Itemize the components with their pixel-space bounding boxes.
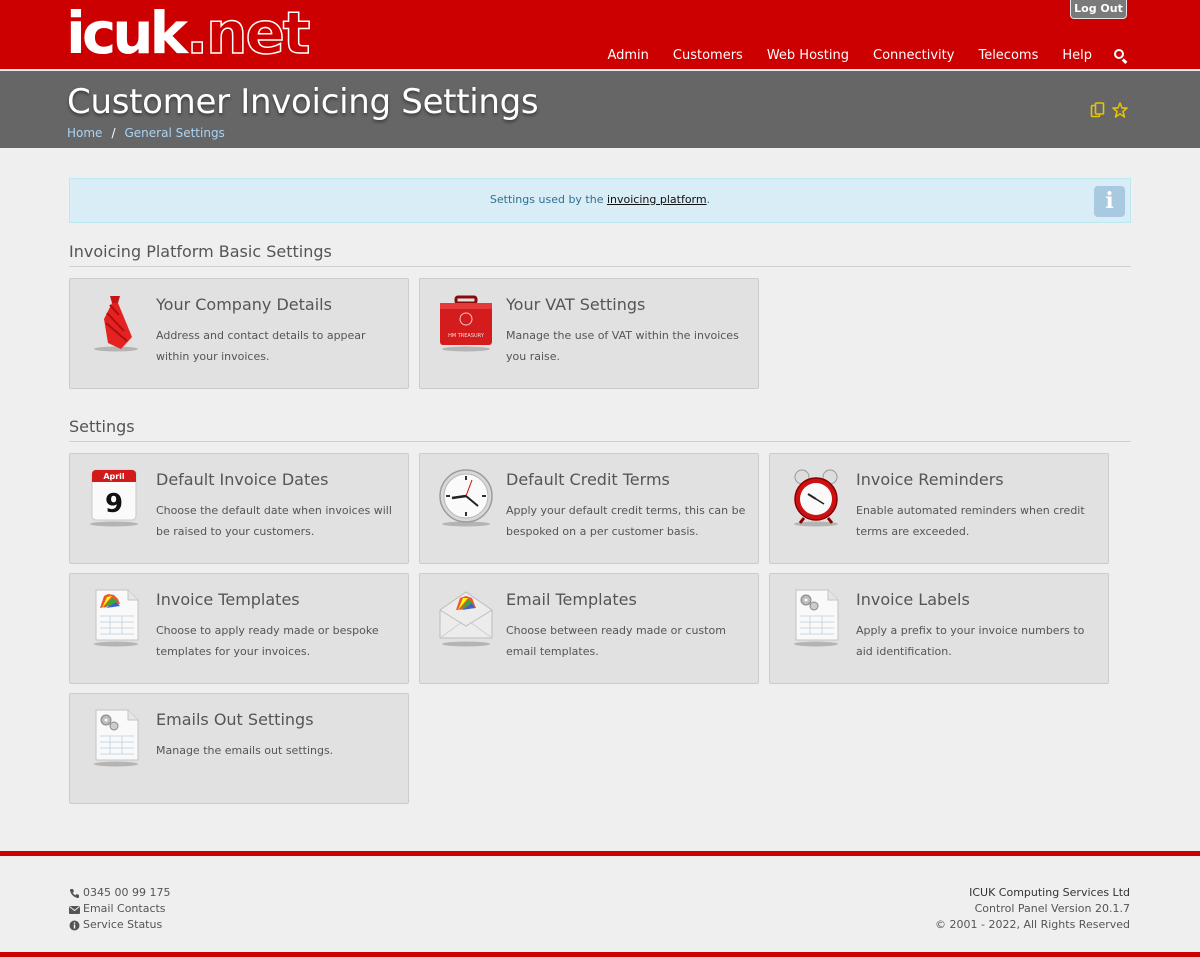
footer-phone: 0345 00 99 175 [83, 886, 171, 899]
footer-contact: 0345 00 99 175 Email Contacts Service St… [69, 885, 170, 933]
treasury-case-icon: HM TREASURY [438, 293, 494, 353]
alarm-clock-icon [788, 468, 844, 528]
footer-copyright: © 2001 - 2022, All Rights Reserved [935, 918, 1130, 931]
calendar-icon: April 9 [88, 468, 144, 528]
card-email-templates[interactable]: Email Templates Choose between ready mad… [419, 573, 759, 684]
footer-email-contacts-link[interactable]: Email Contacts [83, 901, 166, 917]
colour-envelope-icon [438, 588, 494, 648]
clock-icon [438, 468, 494, 528]
gear-document-icon [88, 708, 144, 768]
breadcrumb-general-settings[interactable]: General Settings [124, 126, 224, 140]
top-header: icuk.net Log Out Admin Customers Web Hos… [0, 0, 1200, 70]
info-text: Settings used by the invoicing platform. [489, 193, 711, 206]
info-circle-icon [69, 920, 81, 931]
breadcrumb-separator: / [111, 126, 116, 140]
nav-item-customers[interactable]: Customers [673, 48, 743, 63]
nav-item-connectivity[interactable]: Connectivity [873, 48, 954, 63]
calendar-day: 9 [105, 489, 123, 519]
envelope-icon [69, 904, 81, 915]
card-title: Email Templates [506, 590, 637, 609]
search-icon[interactable] [1114, 48, 1128, 64]
card-title: Emails Out Settings [156, 710, 314, 729]
card-default-invoice-dates[interactable]: April 9 Default Invoice Dates Choose the… [69, 453, 409, 564]
nav-item-help[interactable]: Help [1062, 48, 1092, 63]
card-title: Your VAT Settings [506, 295, 646, 314]
card-default-credit-terms[interactable]: Default Credit Terms Apply your default … [419, 453, 759, 564]
card-description: Choose the default date when invoices wi… [156, 504, 392, 538]
info-icon: i [1094, 186, 1125, 217]
card-company-details[interactable]: Your Company Details Address and contact… [69, 278, 409, 389]
card-description: Manage the use of VAT within the invoice… [506, 329, 739, 363]
card-title: Your Company Details [156, 295, 332, 314]
card-description: Apply a prefix to your invoice numbers t… [856, 624, 1085, 658]
section-heading-basic: Invoicing Platform Basic Settings [69, 242, 1131, 267]
page-title: Customer Invoicing Settings [67, 82, 539, 122]
nav-item-telecoms[interactable]: Telecoms [978, 48, 1038, 63]
calendar-month: April [103, 472, 125, 481]
phone-icon [69, 888, 81, 899]
invoicing-platform-link[interactable]: invoicing platform [607, 193, 707, 206]
footer-service-status-link[interactable]: Service Status [83, 917, 162, 933]
title-bar: Customer Invoicing Settings Home / General… [0, 71, 1200, 148]
card-title: Default Credit Terms [506, 470, 670, 489]
tie-icon [88, 293, 144, 353]
card-title: Default Invoice Dates [156, 470, 329, 489]
footer-bottom-bar [0, 952, 1200, 957]
card-title: Invoice Labels [856, 590, 970, 609]
card-title: Invoice Reminders [856, 470, 1004, 489]
nav-item-admin[interactable]: Admin [607, 48, 648, 63]
star-icon[interactable] [1112, 102, 1128, 118]
treasury-label: HM TREASURY [448, 333, 485, 339]
breadcrumb: Home / General Settings [67, 126, 225, 140]
logout-button[interactable]: Log Out [1070, 0, 1127, 19]
card-emails-out-settings[interactable]: Emails Out Settings Manage the emails ou… [69, 693, 409, 804]
breadcrumb-home[interactable]: Home [67, 126, 102, 140]
card-description: Apply your default credit terms, this ca… [506, 504, 746, 538]
footer-info: ICUK Computing Services Ltd Control Pane… [935, 885, 1130, 933]
card-description: Choose between ready made or custom emai… [506, 624, 726, 658]
card-invoice-reminders[interactable]: Invoice Reminders Enable automated remin… [769, 453, 1109, 564]
section-heading-settings: Settings [69, 417, 1131, 442]
info-alert: Settings used by the invoicing platform.… [69, 178, 1131, 223]
footer-company: ICUK Computing Services Ltd [969, 886, 1130, 899]
logo[interactable]: icuk.net [66, 1, 311, 65]
main-nav: Admin Customers Web Hosting Connectivity… [583, 48, 1128, 64]
card-description: Enable automated reminders when credit t… [856, 504, 1085, 538]
card-description: Choose to apply ready made or bespoke te… [156, 624, 379, 658]
footer-divider [0, 851, 1200, 856]
footer-version: Control Panel Version 20.1.7 [974, 902, 1130, 915]
nav-item-web-hosting[interactable]: Web Hosting [767, 48, 849, 63]
card-title: Invoice Templates [156, 590, 300, 609]
copy-icon[interactable] [1090, 102, 1106, 118]
card-vat-settings[interactable]: HM TREASURY Your VAT Settings Manage the… [419, 278, 759, 389]
card-description: Manage the emails out settings. [156, 744, 334, 757]
gear-document-icon [788, 588, 844, 648]
card-description: Address and contact details to appear wi… [156, 329, 366, 363]
colour-document-icon [88, 588, 144, 648]
card-invoice-labels[interactable]: Invoice Labels Apply a prefix to your in… [769, 573, 1109, 684]
card-invoice-templates[interactable]: Invoice Templates Choose to apply ready … [69, 573, 409, 684]
